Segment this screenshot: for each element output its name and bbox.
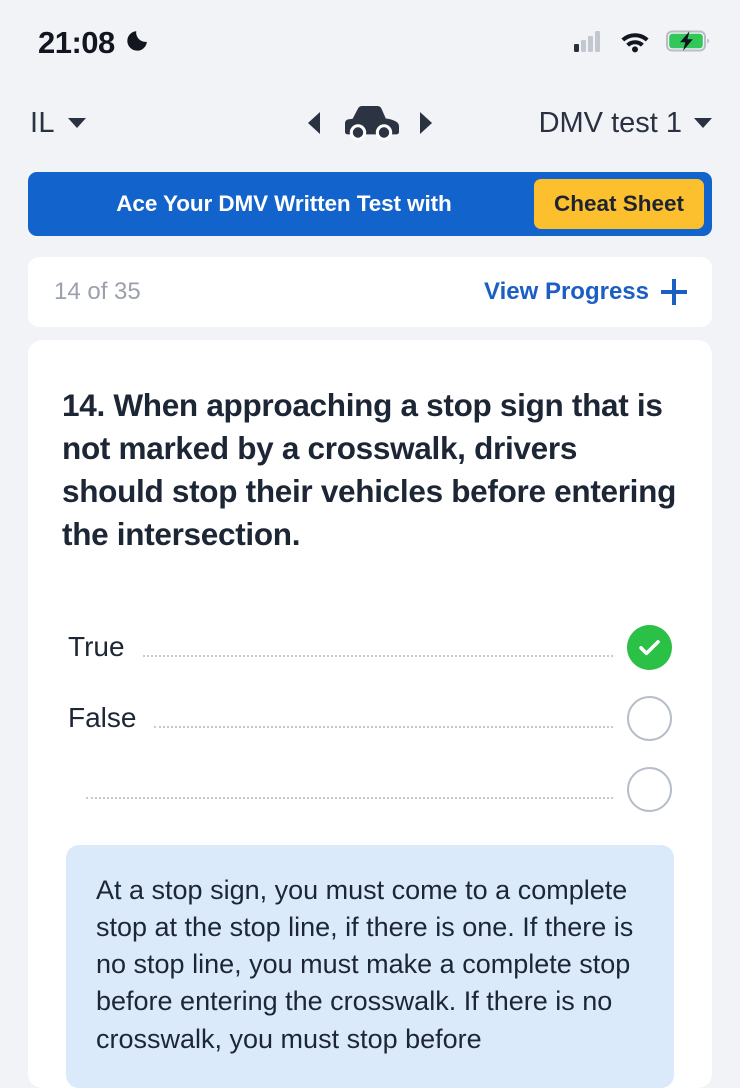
explanation-text: At a stop sign, you must come to a compl… <box>96 874 634 1054</box>
wifi-icon <box>619 29 651 58</box>
explanation-box: At a stop sign, you must come to a compl… <box>66 844 674 1088</box>
empty-circle-icon[interactable] <box>627 695 672 741</box>
answer-option-blank[interactable] <box>68 739 672 812</box>
state-selector-label: IL <box>30 106 55 139</box>
crescent-moon-icon <box>125 28 150 58</box>
cellular-signal-icon <box>574 29 604 58</box>
status-bar-right <box>574 29 710 58</box>
car-icon[interactable] <box>339 101 401 146</box>
test-selector-label: DMV test 1 <box>538 106 682 139</box>
chevron-down-icon <box>694 118 712 128</box>
previous-question-button[interactable] <box>308 112 320 134</box>
status-bar-clock: 21:08 <box>38 25 115 60</box>
view-progress-button[interactable]: View Progress <box>484 278 687 306</box>
status-bar-left: 21:08 <box>38 25 150 61</box>
chevron-down-icon <box>67 118 86 128</box>
promo-banner-text: Ace Your DMV Written Test with <box>116 191 452 216</box>
answer-options-list: True False <box>58 597 682 812</box>
answer-leader-line <box>142 654 613 657</box>
battery-charging-icon <box>666 29 710 58</box>
view-progress-label: View Progress <box>484 278 649 305</box>
progress-bar-card: 14 of 35 View Progress <box>28 257 712 327</box>
question-counter: 14 of 35 <box>54 278 141 305</box>
answer-option-true[interactable]: True <box>68 597 672 670</box>
check-circle-icon[interactable] <box>627 624 672 670</box>
question-text: 14. When approaching a stop sign that is… <box>62 387 677 553</box>
cheat-sheet-button[interactable]: Cheat Sheet <box>533 179 704 229</box>
question-card: 14. When approaching a stop sign that is… <box>28 340 712 1088</box>
app-nav-bar: IL DMV test 1 <box>0 86 740 160</box>
answer-option-label: False <box>68 701 137 733</box>
answer-option-false[interactable]: False <box>68 668 672 741</box>
plus-icon <box>661 279 687 305</box>
state-selector[interactable]: IL <box>30 107 86 140</box>
next-question-button[interactable] <box>420 112 432 134</box>
promo-banner[interactable]: Ace Your DMV Written Test with Cheat She… <box>28 172 712 236</box>
test-selector[interactable]: DMV test 1 <box>539 107 712 140</box>
answer-option-label: True <box>68 630 125 662</box>
answer-leader-line <box>86 796 613 799</box>
status-bar: 21:08 <box>0 0 740 86</box>
answer-leader-line <box>154 725 613 728</box>
question-nav-group <box>308 101 432 146</box>
empty-circle-icon[interactable] <box>627 766 672 812</box>
